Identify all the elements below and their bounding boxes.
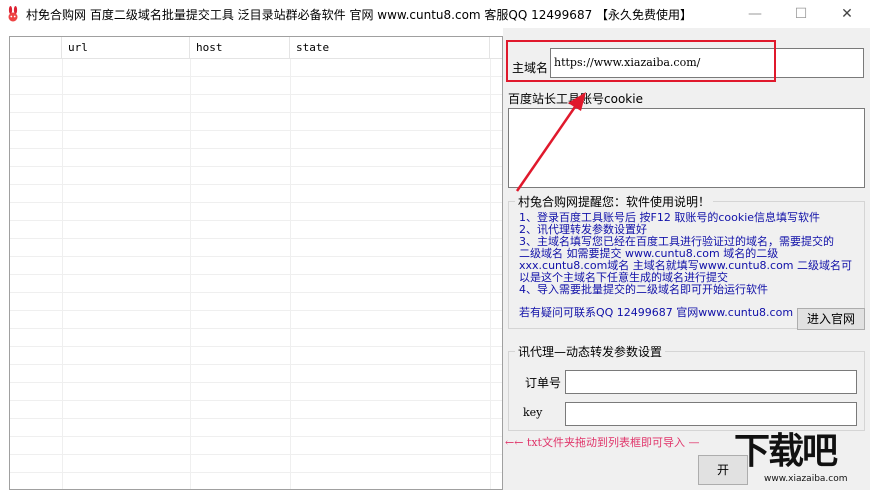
watermark-logo: 下载吧 www.xiazaiba.com [734, 432, 870, 490]
watermark-text: 下载吧 [734, 431, 838, 472]
annotation-arrow-icon [515, 92, 586, 192]
watermark-url: www.xiazaiba.com [764, 474, 848, 484]
